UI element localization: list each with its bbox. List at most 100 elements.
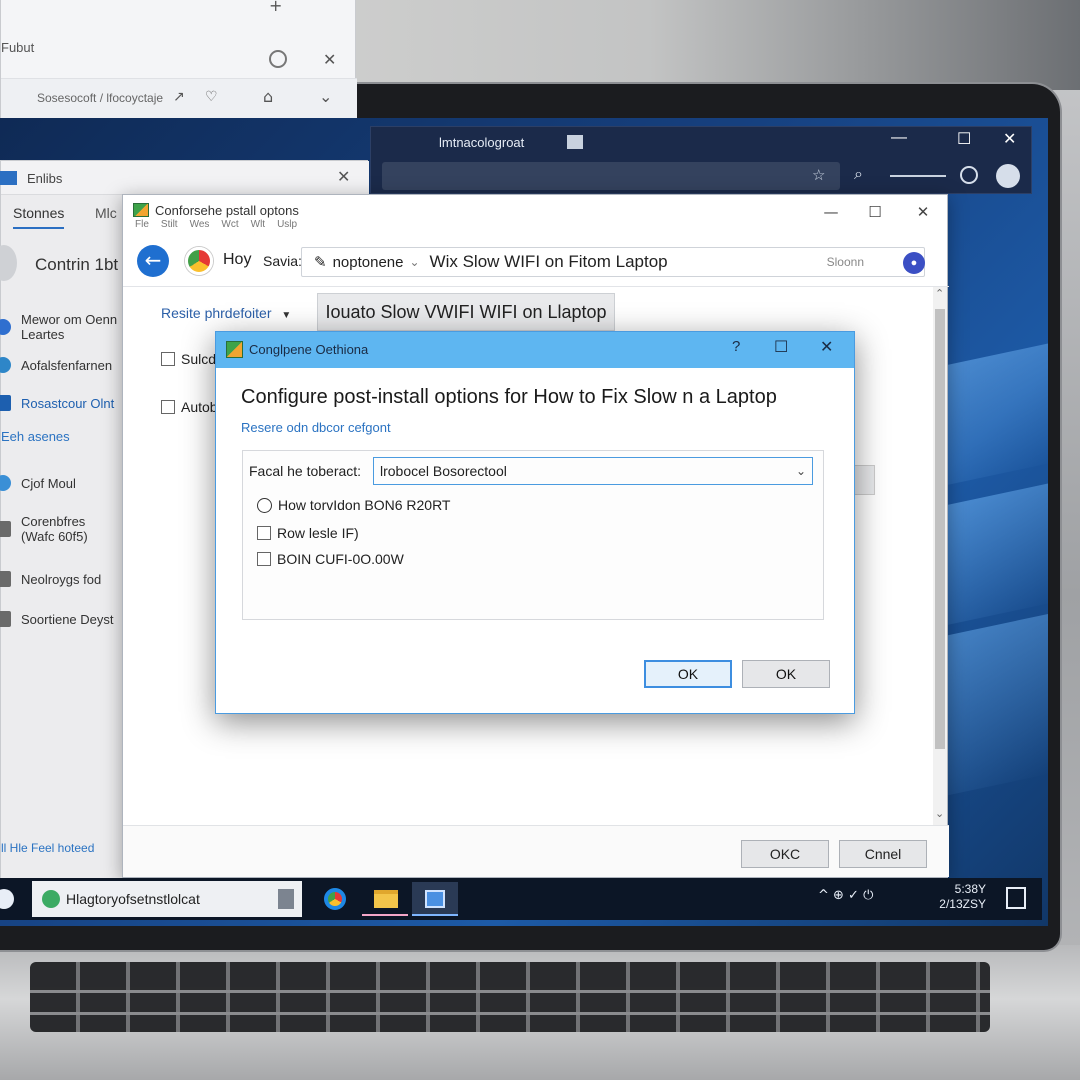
taskbar-app-active[interactable] [412,882,458,916]
search-underline [890,175,946,177]
menu-item[interactable]: Wct [221,219,238,230]
scroll-up-arrow[interactable]: ⌃ [935,287,944,300]
close-button[interactable]: ✕ [820,337,833,356]
ok-button[interactable]: OKC [741,840,829,868]
sidebar-item[interactable]: Rosastcour Olnt [0,383,123,423]
url-prefix: noptonene [332,253,404,271]
minimize-button[interactable]: — [817,201,845,223]
chevron-down-icon[interactable]: ⌄ [796,464,806,478]
left-window-header: Enlibs ✕ [0,161,369,195]
sidebar-item[interactable]: Cjof Moul [0,463,123,503]
shield-icon[interactable]: ♡ [205,89,218,105]
left-window-title: Enlibs [27,171,63,186]
main-window-title: Conforsehe pstall optons [155,203,299,218]
section-link[interactable]: Eeh asenes [1,429,70,444]
keyboard-row-gap [30,990,990,993]
address-text[interactable]: Sosesocoft / lfocoyctaje [37,91,163,105]
side-button[interactable] [853,465,875,495]
checkbox-row[interactable]: Sulcd [161,351,216,367]
left-window-footer[interactable]: ll Hle Feel hoteed [1,841,94,855]
nav-label-2: Savia: [263,253,302,269]
close-button[interactable]: ✕ [323,50,336,69]
checkbox[interactable] [257,552,271,566]
trend-icon[interactable]: ↗ [173,89,185,105]
scroll-thumb[interactable] [935,309,945,749]
close-button[interactable]: ✕ [909,201,937,223]
checkbox-row[interactable]: Autob [161,399,218,415]
new-tab-button[interactable]: + [269,0,282,15]
menu-item[interactable]: Fle [135,219,149,230]
cancel-button[interactable]: Cnnel [839,840,927,868]
folder-dropdown-label: Resite phrdefoiter [161,305,272,321]
vertical-scrollbar[interactable]: ⌃ ⌄ [933,287,947,827]
settings-icon[interactable] [960,166,978,184]
menu-item[interactable]: Wes [190,219,210,230]
taskbar-app-explorer[interactable] [362,882,408,916]
notifications-icon[interactable] [1006,887,1026,909]
menu-item[interactable]: Stilt [161,219,178,230]
tab-stonnes[interactable]: Stonnes [13,205,65,229]
main-titlebar: Conforsehe pstall optons Fle Stilt Wes W… [123,195,949,231]
option-checkbox[interactable]: BOIN CUFI-0O.00W [257,551,404,567]
checkbox-label: Sulcd [181,351,217,367]
sidebar-item[interactable]: Corenbfres (Wafc 60f5) [0,505,123,553]
home-icon[interactable]: ⌂ [263,87,273,106]
menu-item[interactable]: Wlt [251,219,265,230]
clock-date: 2/13ZSY [939,897,986,911]
scroll-down-arrow[interactable]: ⌄ [935,807,944,820]
maximize-button[interactable]: ☐ [957,129,971,149]
dialog-subheading[interactable]: Resere odn dbcor cefgont [241,420,391,435]
dialog-ok-button-2[interactable]: OK [742,660,830,688]
system-tray-icons[interactable]: ^ ⊕ ✓ ⏻ [818,888,873,903]
dark-browser-title: lmtnacologroat [439,135,525,150]
folder-dropdown[interactable]: Resite phrdefoiter ▼ [161,305,291,321]
checkbox[interactable] [161,400,175,414]
maximize-button[interactable]: ☐ [861,201,889,223]
sidebar-item-label: Neolroygs fod [21,571,102,587]
account-icon[interactable] [996,164,1020,188]
option-radio[interactable]: How torvIdon BON6 R20RT [257,497,450,513]
search-icon[interactable]: ⌕ [854,166,863,184]
close-button[interactable]: ✕ [1003,129,1016,149]
start-icon[interactable] [0,889,14,909]
target-combobox[interactable]: lrobocel Bosorectool ⌄ [373,457,813,485]
taskbar-app-chrome[interactable] [312,882,358,916]
option-label: BOIN CUFI-0O.00W [277,551,404,567]
checkbox[interactable] [161,352,175,366]
taskbar-search-text: Hlagtoryofsetnstlolcat [66,891,200,907]
item-icon [0,475,11,491]
chevron-down-icon[interactable]: ⌄ [319,87,332,106]
taskbar-pin-icon[interactable] [278,889,294,909]
sidebar-item-label: Soortiene Deyst [21,611,114,627]
option-checkbox[interactable]: Row lesle IF) [257,525,359,541]
close-button[interactable]: ✕ [337,167,350,186]
menu-item[interactable]: Uslp [277,219,297,230]
dark-address-bar[interactable]: ☆ [382,162,840,190]
sidebar-item[interactable]: Soortiene Deyst [0,599,123,639]
section-avatar [0,245,17,281]
chevron-down-icon[interactable]: ⌄ [409,255,419,269]
radio-button[interactable] [257,497,272,513]
sidebar-item[interactable]: Aofalsfenfarnen [0,345,123,385]
minimize-button[interactable]: — [891,129,907,147]
sidebar-item[interactable]: Neolroygs fod [0,559,123,599]
checkbox[interactable] [257,526,271,540]
address-bar[interactable]: ✎ noptonene ⌄ Wix Slow WIFI on Fitom Lap… [301,247,925,277]
clock-icon[interactable] [269,50,287,68]
dialog-titlebar: Conglpene Oethiona ? ☐ ✕ [216,332,854,368]
tab-mlc[interactable]: Mlc [95,205,117,221]
profile-icon[interactable]: ● [903,252,925,274]
article-tab-button[interactable]: Iouato Slow VWIFI WIFI on Llaptop [317,293,615,331]
top-left-window: Fubut + ✕ Sosesocoft / lfocoyctaje ↗ ♡ ⌂… [0,0,357,118]
back-arrow-icon[interactable]: ← [137,245,169,277]
help-button[interactable]: ? [732,338,740,355]
dialog-ok-button[interactable]: OK [644,660,732,688]
field-label: Facal he toberact: [249,463,362,479]
tab-icon[interactable] [567,135,583,149]
maximize-button[interactable]: ☐ [774,337,788,356]
browser-logo-icon[interactable] [185,247,213,275]
taskbar-search[interactable]: Hlagtoryofsetnstlolcat [32,881,302,917]
taskbar-clock[interactable]: 5:38Y 2/13ZSY [920,882,986,912]
star-icon[interactable]: ☆ [812,166,825,184]
item-icon [0,395,11,411]
